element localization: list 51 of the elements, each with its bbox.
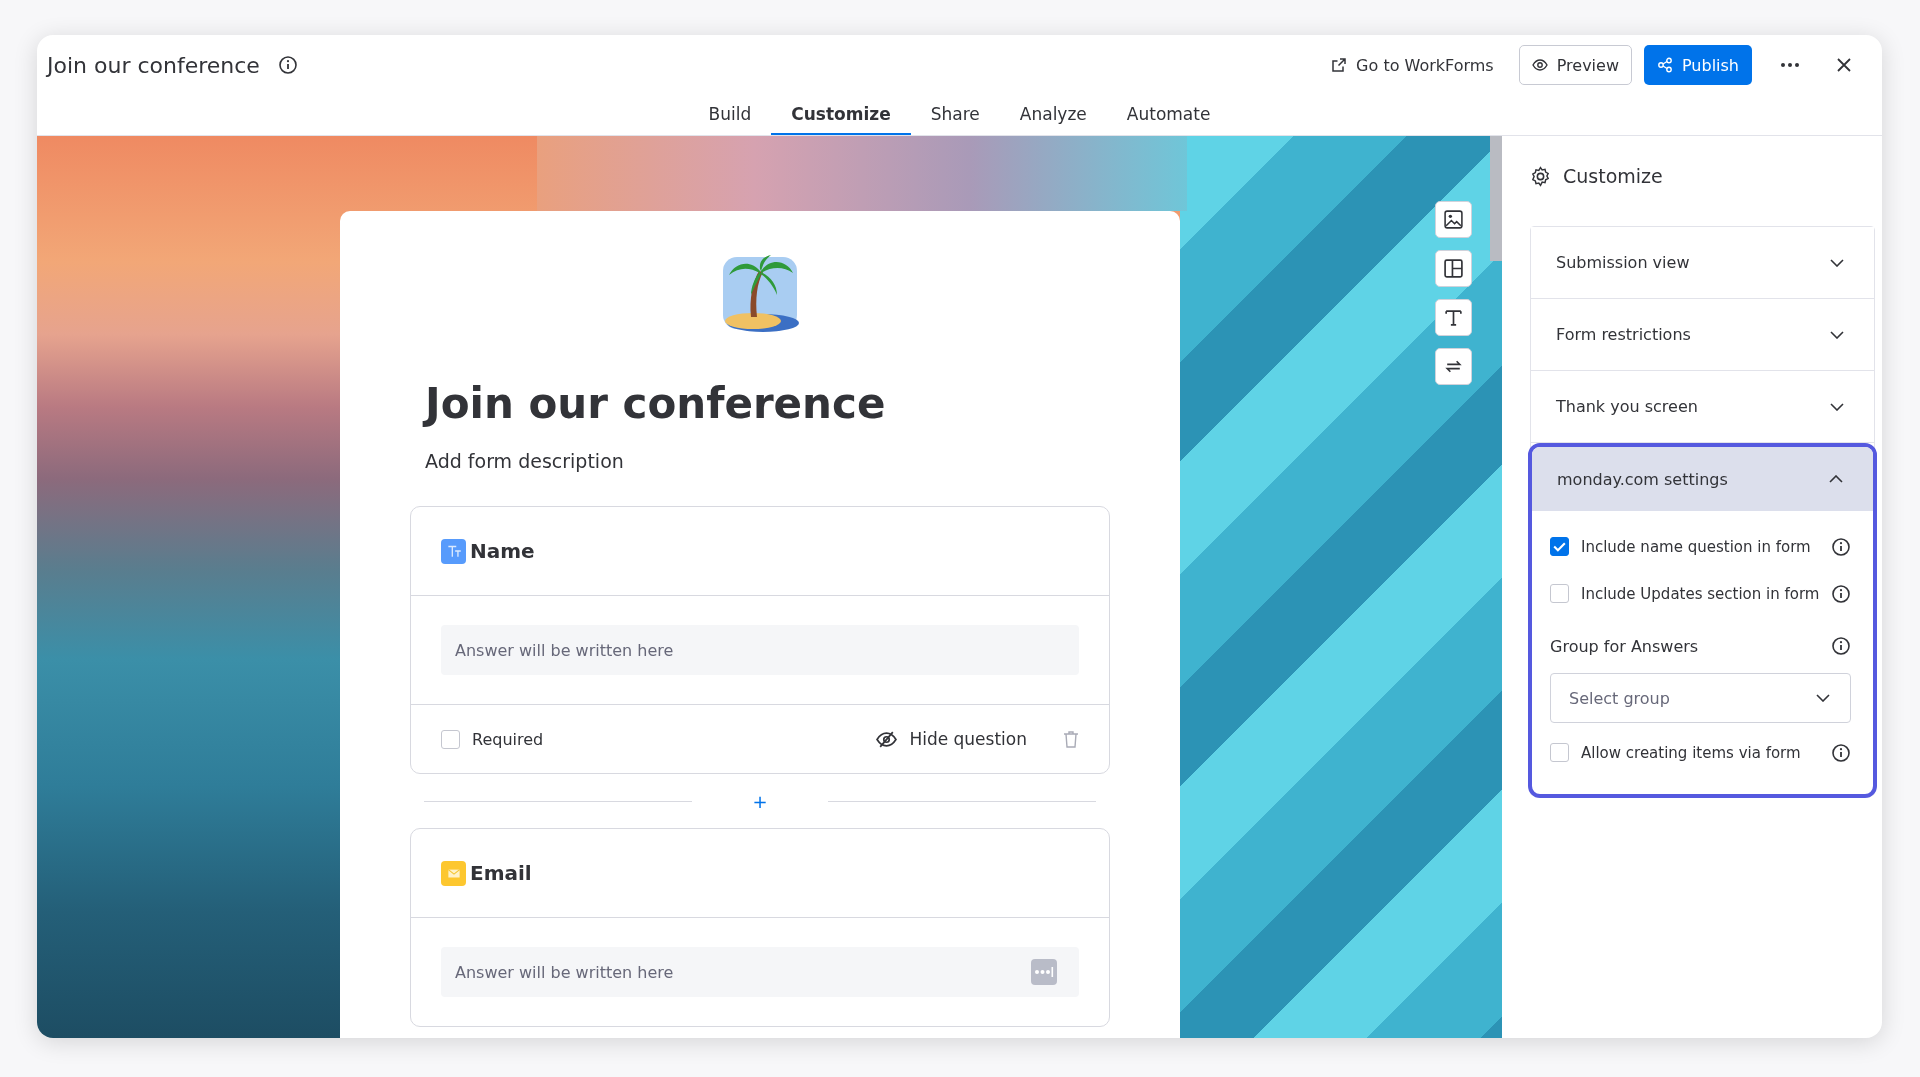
preview-button[interactable]: Preview: [1518, 45, 1632, 85]
chevron-down-icon: [1830, 402, 1845, 411]
eye-icon: [1531, 57, 1548, 73]
group-dropdown[interactable]: Select group: [1550, 673, 1852, 723]
swap-icon[interactable]: [1435, 348, 1472, 385]
settings-icon: [1530, 165, 1551, 187]
question-label: Email: [470, 861, 532, 885]
layout-icon[interactable]: [1435, 250, 1472, 287]
tab[interactable]: Build: [688, 95, 772, 135]
group-label: Group for Answers: [1550, 636, 1699, 656]
form-title: Join our conference: [47, 52, 260, 78]
close-icon[interactable]: [1836, 57, 1852, 73]
text-icon[interactable]: [1435, 299, 1472, 336]
option-label: Allow creating items via form: [1581, 743, 1802, 762]
panel-title: Customize: [1563, 165, 1663, 187]
chevron-down-icon: [1830, 258, 1845, 267]
tab[interactable]: Share: [910, 95, 1000, 135]
checkbox[interactable]: [1550, 743, 1569, 762]
info-icon[interactable]: [1831, 583, 1852, 604]
chevron-down-icon: [1830, 330, 1845, 339]
answer-field: Answer will be written here: [441, 947, 1079, 997]
hide-question-button[interactable]: Hide question: [870, 727, 1033, 751]
form-description[interactable]: Add form description: [425, 450, 1110, 472]
checkbox[interactable]: [1550, 537, 1569, 556]
option-label: Include name question in form: [1581, 537, 1812, 556]
text-icon: [441, 538, 466, 564]
info-icon[interactable]: [277, 55, 298, 75]
add-question-button[interactable]: +: [732, 790, 788, 812]
info-icon[interactable]: [1831, 742, 1852, 763]
scrollbar-thumb[interactable]: [1490, 136, 1502, 261]
accordion-header[interactable]: monday.com settings: [1532, 447, 1874, 511]
tab[interactable]: Automate: [1106, 95, 1231, 135]
chevron-up-icon: [1829, 475, 1844, 483]
required-label: Required: [472, 729, 544, 749]
checkbox[interactable]: [441, 729, 460, 749]
more-icon: [1031, 959, 1057, 985]
option-label: Include Updates section in form: [1581, 584, 1820, 603]
workforms-link[interactable]: Go to WorkForms: [1318, 45, 1507, 85]
publish-button[interactable]: Publish: [1643, 45, 1752, 85]
external-link-icon: [1331, 57, 1348, 73]
chevron-down-icon: [1816, 694, 1831, 702]
image-icon[interactable]: [1435, 201, 1472, 238]
info-icon[interactable]: [1831, 636, 1852, 656]
question-label: Name: [470, 539, 535, 563]
more-icon[interactable]: [1780, 62, 1800, 68]
checkbox[interactable]: [1550, 584, 1569, 603]
info-icon[interactable]: [1831, 536, 1852, 557]
tab[interactable]: Analyze: [999, 95, 1107, 135]
envelope-icon: [441, 860, 466, 886]
answer-field: Answer will be written here: [441, 625, 1079, 675]
share-icon: [1656, 57, 1673, 73]
